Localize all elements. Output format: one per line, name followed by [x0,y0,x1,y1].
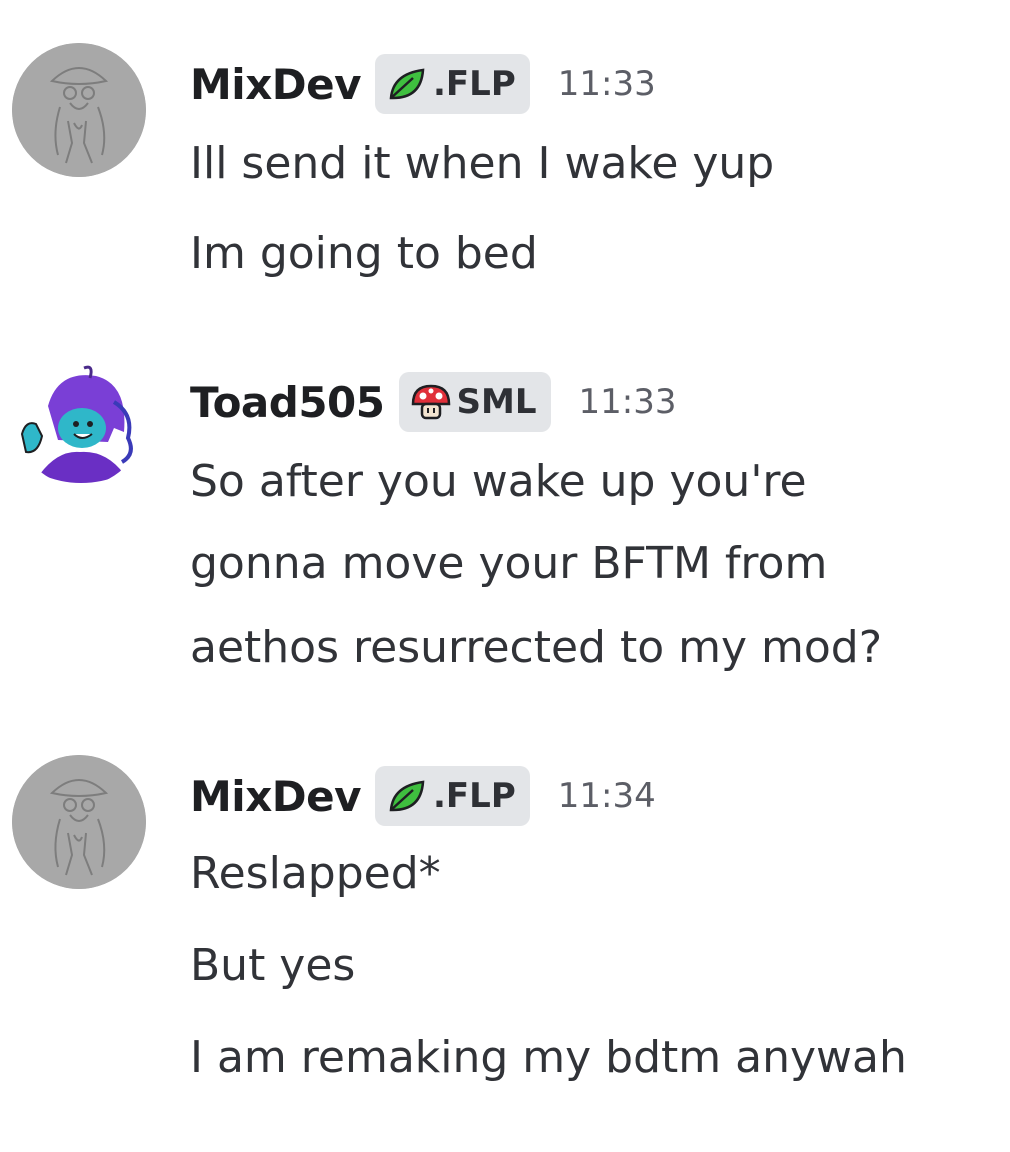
message-text: Reslapped* [190,848,441,899]
timestamp: 11:33 [557,64,656,104]
clan-tag[interactable]: SML [398,372,551,432]
avatar[interactable] [12,755,146,889]
avatar[interactable] [12,43,146,177]
mushroom-icon [411,384,450,420]
message-text: aethos resurrected to my mod? [190,622,883,673]
clan-tag-label: .FLP [433,64,516,104]
clan-tag[interactable]: .FLP [375,766,530,826]
message-text: Ill send it when I wake yup [190,138,775,189]
timestamp: 11:33 [578,382,677,422]
mushroom-hat-character-icon [12,755,146,889]
username[interactable]: MixDev [190,772,362,821]
message-text: Im going to bed [190,228,538,279]
message-text: But yes [190,940,356,991]
clan-tag-label: .FLP [433,776,516,816]
username[interactable]: Toad505 [190,378,385,427]
clan-tag[interactable]: .FLP [375,54,530,114]
avatar[interactable] [18,362,142,486]
leaf-icon [389,68,425,100]
username[interactable]: MixDev [190,60,362,109]
mushroom-hat-character-icon [12,43,146,177]
purple-hair-character-icon [18,362,142,486]
message-header: Toad505 SML 11:33 [190,370,677,434]
message-text: gonna move your BFTM from [190,538,828,589]
message-text: So after you wake up you're [190,456,807,507]
clan-tag-label: SML [456,382,537,422]
message-header: MixDev .FLP 11:34 [190,764,656,828]
timestamp: 11:34 [557,776,656,816]
leaf-icon [389,780,425,812]
message-header: MixDev .FLP 11:33 [190,52,656,116]
message-text: I am remaking my bdtm anywah [190,1032,907,1083]
